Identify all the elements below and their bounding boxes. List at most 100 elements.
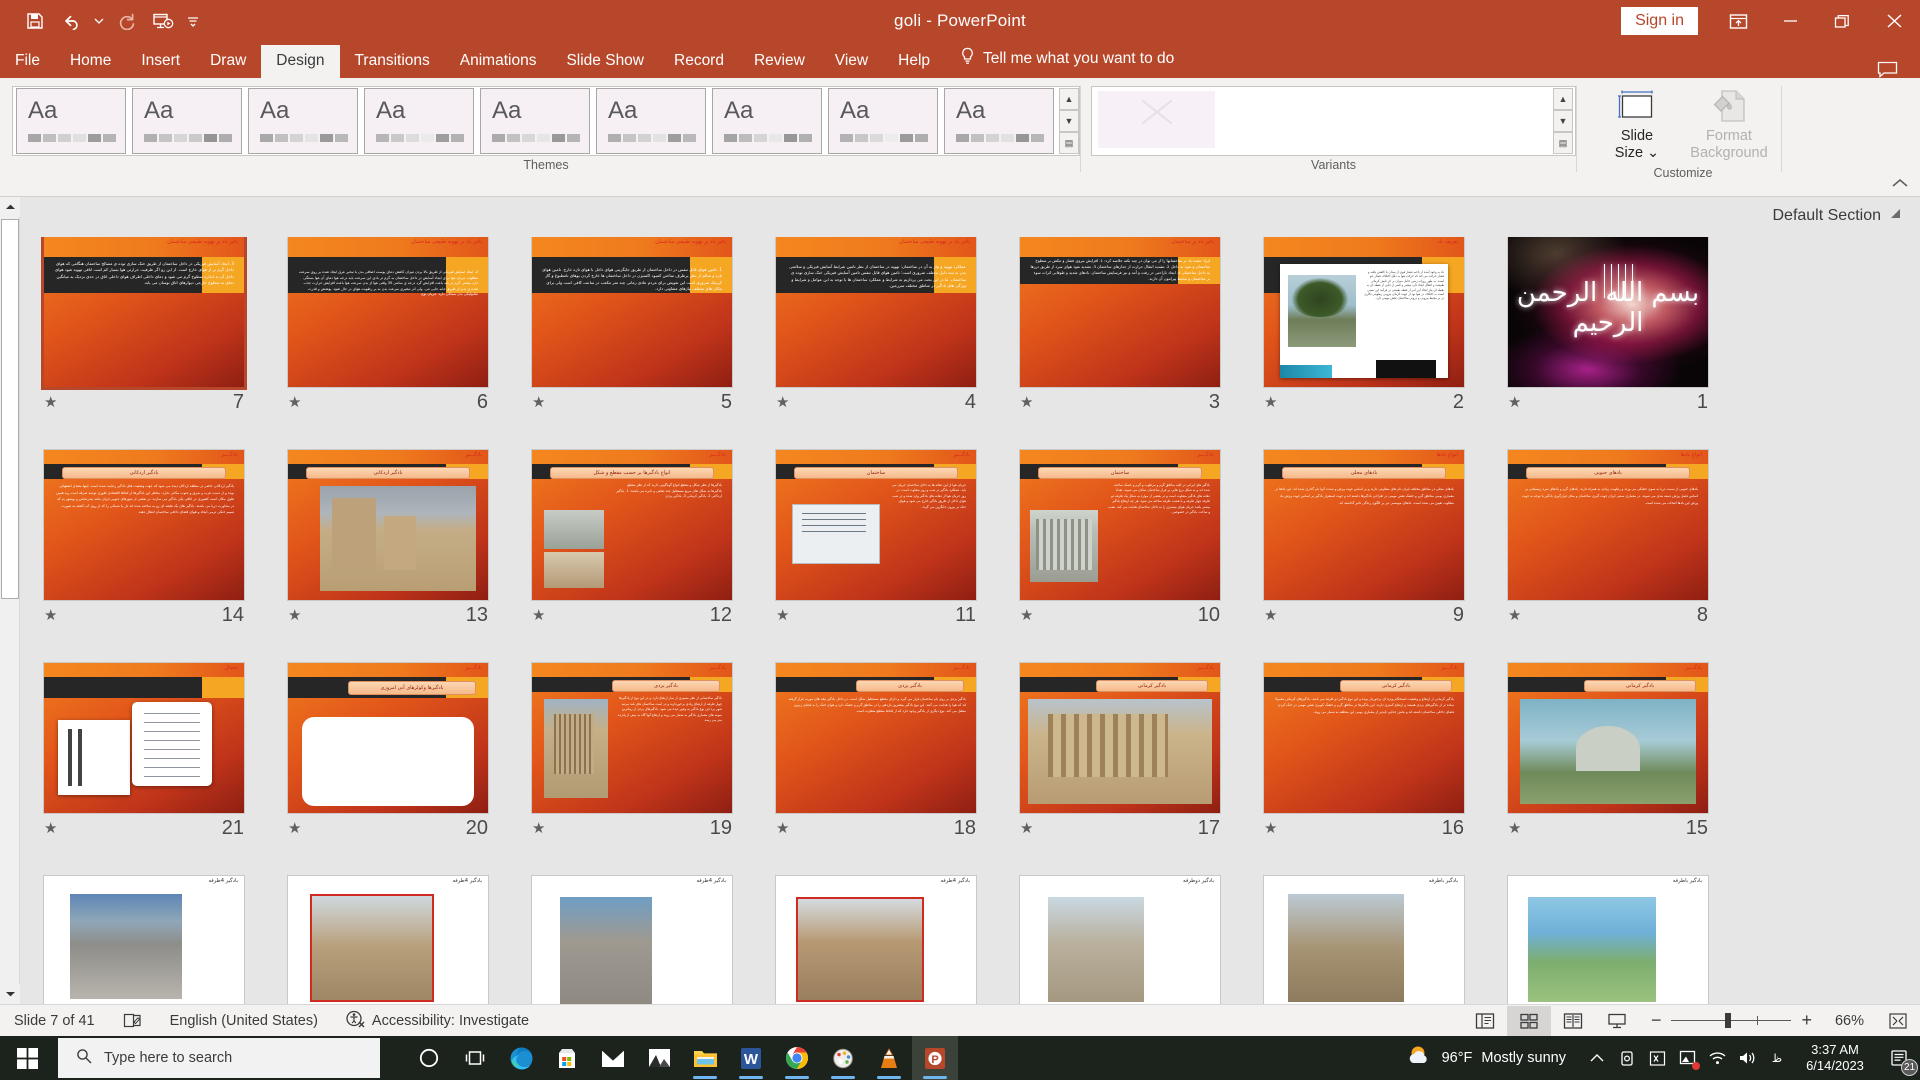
slide-preview[interactable]: تعریف باد باد به وجود آمده از ناحیه فشار… (1264, 237, 1464, 387)
save-icon[interactable] (18, 6, 52, 36)
minimize-icon[interactable] (1764, 0, 1816, 42)
star-animation-icon[interactable]: ★ (44, 393, 57, 411)
star-animation-icon[interactable]: ★ (288, 606, 301, 624)
slide-thumbnail-5[interactable]: تاثیر باد بر تهویه طبیعی ساختمان 1. تامی… (510, 237, 754, 450)
star-animation-icon[interactable]: ★ (44, 606, 57, 624)
slide-thumbnail-15[interactable]: بادگـــیر بادگیر کرمانی ★ 15 (1486, 663, 1730, 876)
slide-preview[interactable]: بادگـــیر ساختمان جریان هوا از این دهانه… (776, 450, 976, 600)
slide-thumbnail-16[interactable]: بادگـــیر بادگیر کرمانی بادگیر کرمانی از… (1242, 663, 1486, 876)
show-hidden-icons-icon[interactable] (1582, 1036, 1612, 1080)
slide-indicator[interactable]: Slide 7 of 41 (0, 1013, 109, 1029)
photos-icon[interactable] (636, 1036, 682, 1080)
themes-gallery[interactable]: Aa Aa Aa Aa Aa Aa Aa Aa Aa ▲ ▼ ▤ (12, 86, 1080, 156)
collapse-ribbon-button[interactable] (1890, 177, 1910, 192)
theme-item[interactable]: Aa (480, 88, 590, 154)
zoom-in-button[interactable]: + (1801, 1010, 1812, 1031)
google-chrome-icon[interactable] (774, 1036, 820, 1080)
slide-thumbnail-17[interactable]: بادگـــیر بادگیر کرمانی ★ 17 (998, 663, 1242, 876)
slide-preview[interactable]: یخچال (44, 663, 244, 813)
star-animation-icon[interactable]: ★ (1020, 606, 1033, 624)
microsoft-edge-icon[interactable] (498, 1036, 544, 1080)
tab-insert[interactable]: Insert (126, 45, 195, 78)
tab-home[interactable]: Home (55, 45, 126, 78)
slide-thumbnail-21[interactable]: یخچال ★ 21 (22, 663, 266, 876)
slide-preview[interactable]: بادگـــیر بادگیر یزدی بادگیر یزدی بر روی… (776, 663, 976, 813)
theme-item[interactable]: Aa (364, 88, 474, 154)
slide-preview[interactable]: بادگـــیر ساختمان بادگیر های ایرانی در ک… (1020, 450, 1220, 600)
ribbon-display-options-icon[interactable] (1712, 0, 1764, 42)
theme-item[interactable]: Aa (132, 88, 242, 154)
undo-icon[interactable] (54, 6, 88, 36)
slide-preview[interactable]: بادگیر 4طرفه (532, 876, 732, 1004)
star-animation-icon[interactable]: ★ (1264, 819, 1277, 837)
star-animation-icon[interactable]: ★ (532, 393, 545, 411)
tab-file[interactable]: File (0, 45, 55, 78)
themes-more-button[interactable]: ▤ (1059, 132, 1079, 154)
slide-thumbnail-9[interactable]: انواع بادها بادهای محلی بادهای محلی در م… (1242, 450, 1486, 663)
themes-gallery-scrollbar[interactable]: ▲ ▼ ▤ (1059, 88, 1079, 154)
star-animation-icon[interactable]: ★ (532, 819, 545, 837)
powerpoint-icon[interactable]: P (912, 1036, 958, 1080)
accessibility-checker[interactable]: Accessibility: Investigate (332, 1009, 543, 1032)
normal-view-button[interactable] (1463, 1006, 1507, 1036)
slide-preview[interactable]: بادگـــیر بادگیر یزدی بادگیر ساختمانی از… (532, 663, 732, 813)
search-input[interactable]: Type here to search (58, 1038, 380, 1078)
slide-preview[interactable]: بادگـــیر انواع بادگیرها بر حسب مقطع و ش… (532, 450, 732, 600)
slide-preview[interactable]: بادگـــیر بادگیر کرمانی بادگیر کرمانی از… (1264, 663, 1464, 813)
volume-icon[interactable] (1732, 1036, 1762, 1080)
image-tray-icon[interactable] (1672, 1036, 1702, 1080)
slide-preview[interactable]: بادگیر باطرفه (1264, 876, 1464, 1004)
slide-thumbnail-23[interactable]: بادگیر باطرفه ★23 (1242, 876, 1486, 1004)
reading-view-button[interactable] (1551, 1006, 1595, 1036)
variant-preview-thumbnail[interactable] (1098, 91, 1215, 148)
variant-item[interactable] (1092, 87, 1553, 155)
slide-thumbnail-12[interactable]: بادگـــیر انواع بادگیرها بر حسب مقطع و ش… (510, 450, 754, 663)
star-animation-icon[interactable]: ★ (776, 606, 789, 624)
microsoft-store-icon[interactable] (544, 1036, 590, 1080)
slide-preview[interactable]: بادگیر 4طرفه (44, 876, 244, 1004)
slide-size-button[interactable]: Slide Size ⌄ (1591, 84, 1683, 162)
zoom-slider-thumb[interactable] (1725, 1013, 1732, 1028)
star-animation-icon[interactable]: ★ (1020, 393, 1033, 411)
slide-thumbnail-27[interactable]: بادگیر 4طرفه ★27 (266, 876, 510, 1004)
section-header[interactable]: Default Section (1772, 207, 1902, 225)
star-animation-icon[interactable]: ★ (288, 393, 301, 411)
mail-icon[interactable] (590, 1036, 636, 1080)
tab-animations[interactable]: Animations (445, 45, 552, 78)
slide-thumbnail-18[interactable]: بادگـــیر بادگیر یزدی بادگیر یزدی بر روی… (754, 663, 998, 876)
ime-icon[interactable]: ظ (1762, 1036, 1792, 1080)
star-animation-icon[interactable]: ★ (1264, 606, 1277, 624)
slide-preview[interactable]: بادگـــیر بادگیر اردکانی (288, 450, 488, 600)
slide-preview[interactable]: تاثیر باد بر تهویه طبیعی ساختمان 2. ایجا… (288, 237, 488, 387)
themes-scroll-down-button[interactable]: ▼ (1059, 110, 1079, 132)
slide-thumbnail-10[interactable]: بادگـــیر ساختمان بادگیر های ایرانی در ک… (998, 450, 1242, 663)
clock[interactable]: 3:37 AM 6/14/2023 (1792, 1042, 1878, 1074)
slide-thumbnail-19[interactable]: بادگـــیر بادگیر یزدی بادگیر ساختمانی از… (510, 663, 754, 876)
slide-show-button[interactable] (1595, 1006, 1639, 1036)
slide-thumbnail-28[interactable]: بادگیر 4طرفه ★28 (22, 876, 266, 1004)
slide-preview[interactable]: تاثیر باد بر تهویه طبیعی ساختمان 3. ایجا… (44, 237, 244, 387)
star-animation-icon[interactable]: ★ (44, 819, 57, 837)
star-animation-icon[interactable]: ★ (1264, 393, 1277, 411)
slide-preview[interactable]: بادگـــیر بادگیر کرمانی (1508, 663, 1708, 813)
theme-item[interactable]: Aa (248, 88, 358, 154)
theme-item[interactable]: Aa (712, 88, 822, 154)
tell-me-search[interactable]: Tell me what you want to do (945, 40, 1189, 78)
slide-preview[interactable]: بادگیر 4طرفه (776, 876, 976, 1004)
theme-item[interactable]: Aa (828, 88, 938, 154)
slide-thumbnail-4[interactable]: تاثیر باد بر تهویه طبیعی ساختمان عملکرد … (754, 237, 998, 450)
slide-preview[interactable]: بادگیر باطرفه (1508, 876, 1708, 1004)
themes-scroll-up-button[interactable]: ▲ (1059, 88, 1079, 110)
slide-thumbnail-13[interactable]: بادگـــیر بادگیر اردکانی ★ 13 (266, 450, 510, 663)
format-background-button[interactable]: Format Background (1683, 84, 1775, 162)
variants-more-button[interactable]: ▤ (1553, 132, 1573, 154)
slide-thumbnail-11[interactable]: بادگـــیر ساختمان جریان هوا از این دهانه… (754, 450, 998, 663)
fit-to-window-icon[interactable] (1876, 1006, 1920, 1036)
excel-tray-icon[interactable] (1642, 1036, 1672, 1080)
zoom-level-label[interactable]: 66% (1822, 1013, 1864, 1029)
slide-preview[interactable]: تاثیر باد بر تهویه طبیعی ساختمان 1. تامی… (532, 237, 732, 387)
paint-icon[interactable] (820, 1036, 866, 1080)
slide-sorter-view-button[interactable] (1506, 1005, 1551, 1036)
vertical-scrollbar[interactable] (0, 197, 20, 1004)
zoom-control[interactable]: − + 66% (1639, 1010, 1876, 1031)
